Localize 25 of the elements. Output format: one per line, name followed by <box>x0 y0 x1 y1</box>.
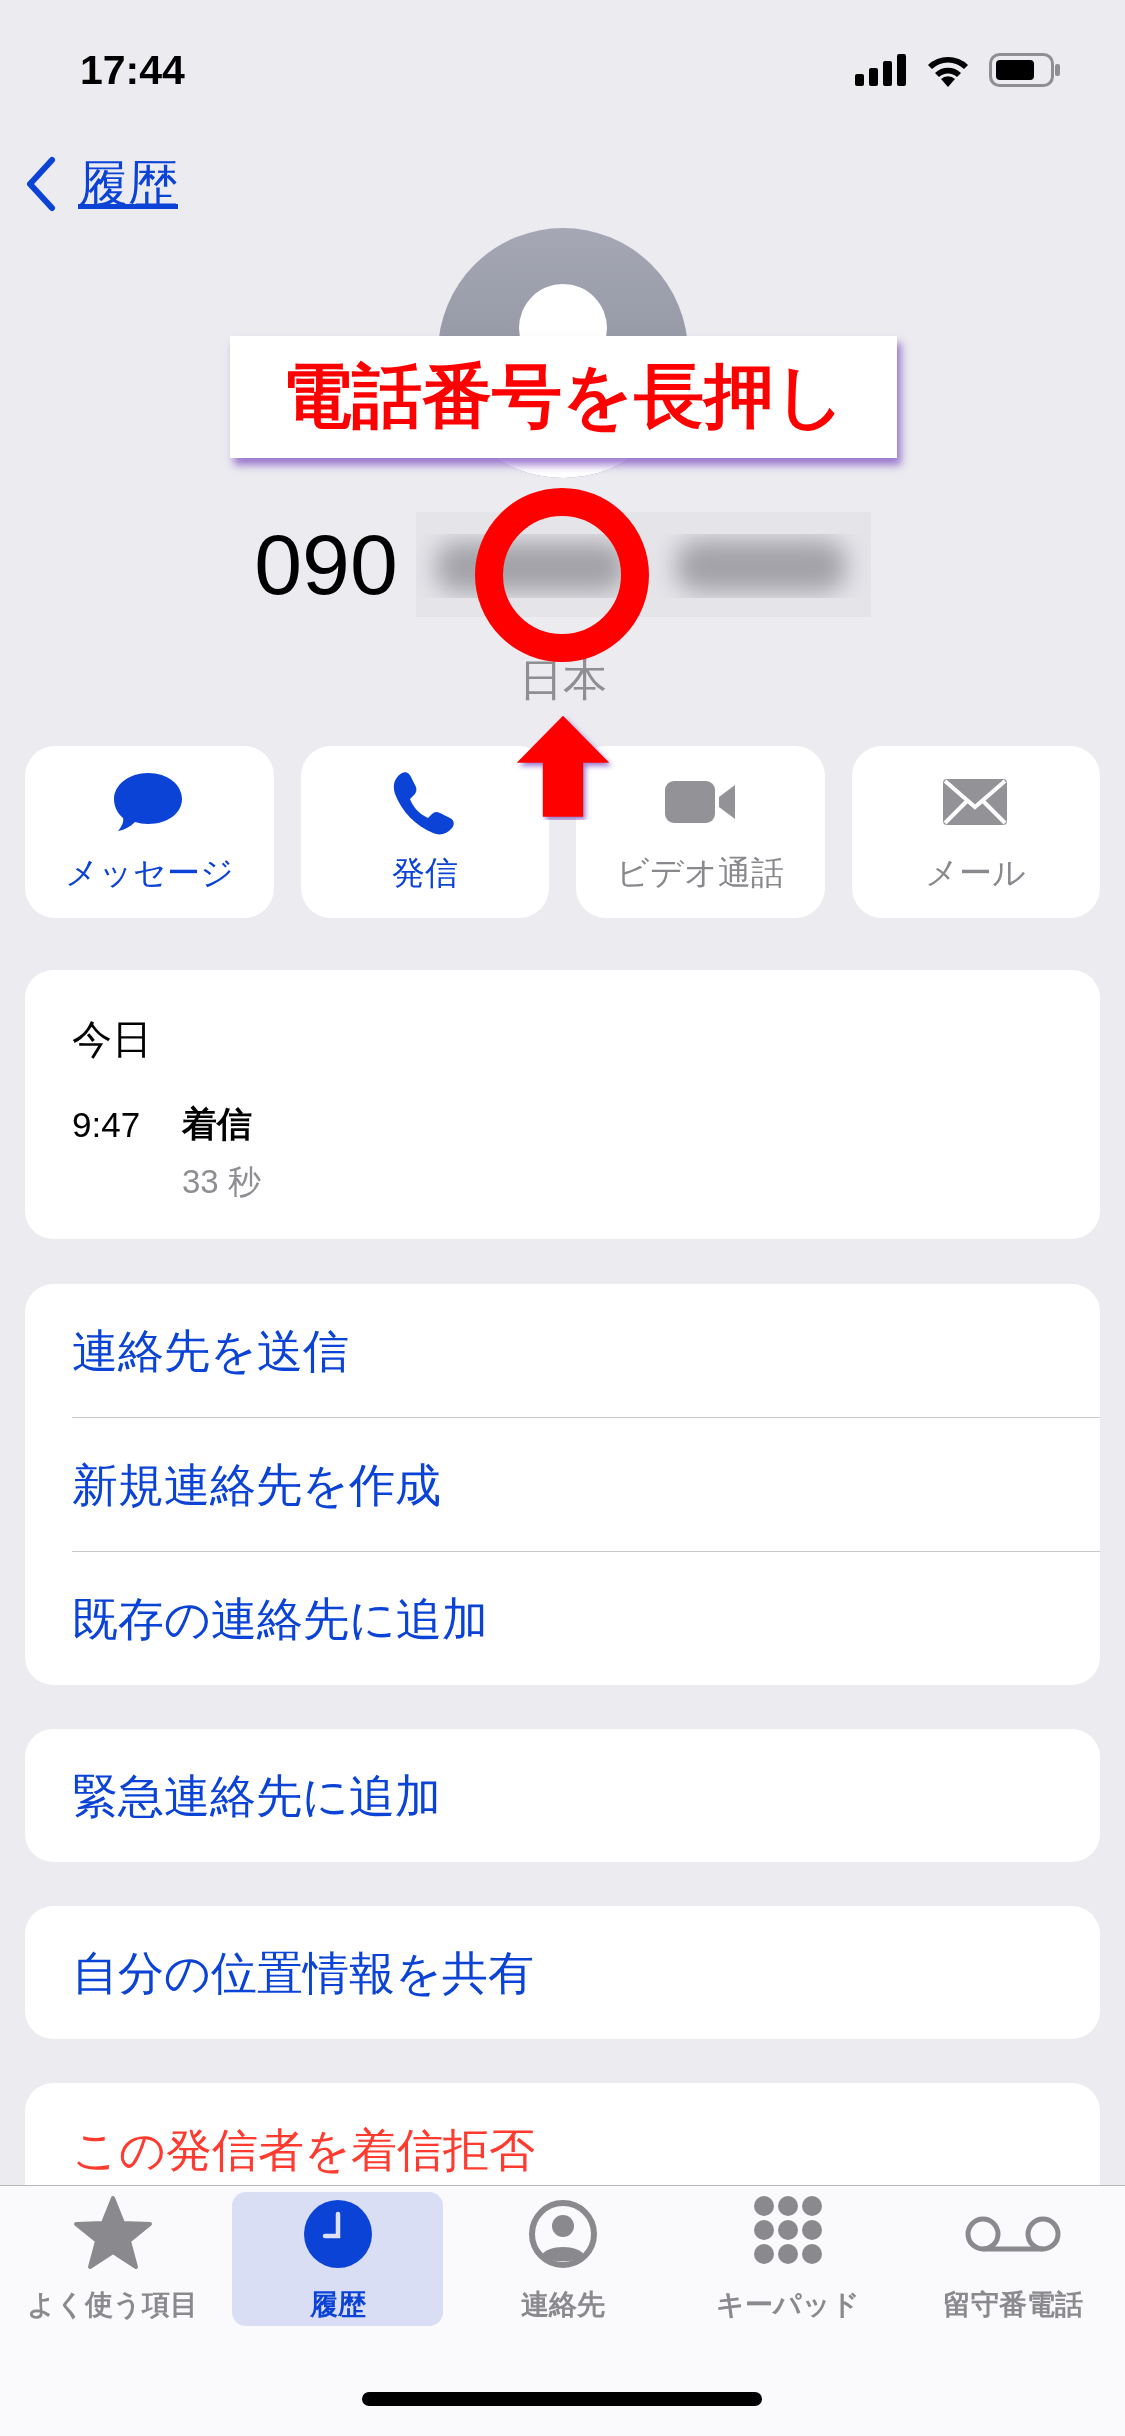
battery-icon <box>989 53 1061 87</box>
list-item[interactable]: 連絡先を送信 <box>72 1327 349 1374</box>
list-item[interactable]: 新規連絡先を作成 <box>72 1461 441 1508</box>
list-item[interactable]: 自分の位置情報を共有 <box>72 1949 534 1996</box>
tab[interactable]: よく使う項目 <box>7 2192 218 2326</box>
tab[interactable]: 留守番電話 <box>907 2192 1118 2326</box>
message-action-button[interactable]: メッセージ <box>25 746 274 918</box>
call-action-button[interactable]: 発信 <box>300 746 549 918</box>
call-type: 着信 <box>182 1103 253 1145</box>
status-time: 17:44 <box>80 46 185 94</box>
back-chevron-icon <box>26 156 56 212</box>
tab[interactable]: キーパッド <box>682 2192 893 2326</box>
call-time: 9:47 <box>72 1104 142 1145</box>
list-item[interactable]: 既存の連絡先に追加 <box>72 1595 488 1642</box>
list-item[interactable]: この発信者を着信拒否 <box>72 2126 535 2173</box>
history-date: 今日 <box>72 1016 153 1063</box>
tab[interactable]: 連絡先 <box>457 2192 668 2326</box>
tab[interactable]: 履歴 <box>232 2192 443 2326</box>
signal-icon <box>855 54 907 86</box>
call-duration: 33 秒 <box>182 1162 262 1202</box>
video-action-button[interactable]: ビデオ通話 <box>576 746 825 918</box>
region-label: 日本 <box>518 658 607 702</box>
list-item[interactable]: 緊急連絡先に追加 <box>72 1772 441 1819</box>
mail-action-button[interactable]: メール <box>851 746 1100 918</box>
phone-number[interactable]: 090 <box>254 514 398 614</box>
